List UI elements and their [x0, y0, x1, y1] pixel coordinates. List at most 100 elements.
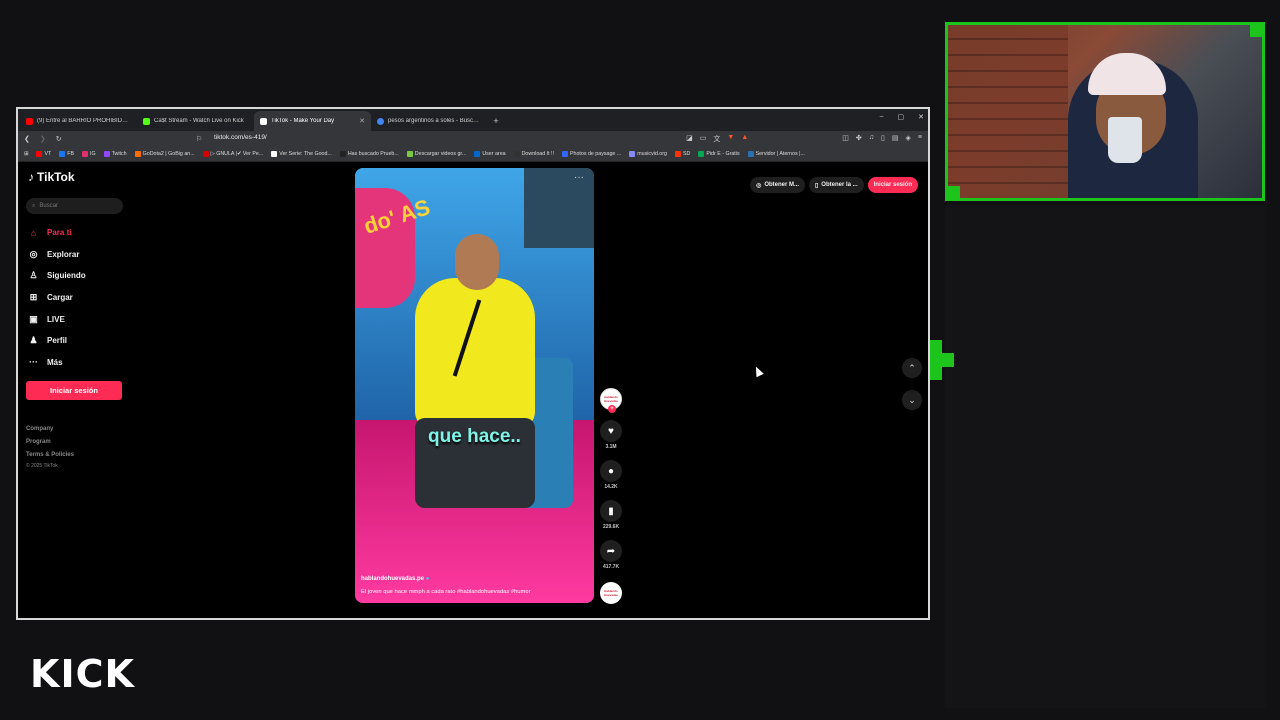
tab-kick[interactable]: Ca$t Stream - Watch Live on Kick — [137, 111, 254, 131]
footer-link-terms[interactable]: Terms & Policies — [26, 449, 74, 462]
comment-count: 14.2K — [604, 484, 618, 490]
more-icon: ··· — [29, 357, 38, 368]
get-app-button[interactable]: ▯ Obtener la ... — [808, 177, 864, 193]
sidebar-login-button[interactable]: Iniciar sesión — [26, 381, 122, 400]
like-count: 3.1M — [605, 444, 617, 450]
video-username[interactable]: hablandohuevadas.pe ● — [361, 576, 429, 582]
bookmark-item[interactable]: Download It !! — [513, 151, 554, 157]
bookmark-item[interactable]: GoDota2 | GoBig an... — [134, 151, 195, 157]
toolbar-extensions: ◪ ▭ 文 ▼ ▲ ◫ ✤ ♫ ▯ ▤ ◈ ≡ — [686, 134, 922, 144]
comment-action[interactable]: ● 14.2K — [600, 460, 622, 490]
bookmark-item[interactable]: Descargar videos gr... — [406, 151, 466, 157]
tab-tiktok[interactable]: TikTok - Make Your Day ✕ — [254, 111, 371, 131]
sidebar-item-mas[interactable]: ··· Más — [28, 352, 86, 374]
bookmark-item[interactable]: VT — [36, 151, 51, 157]
close-tab-icon[interactable]: ✕ — [359, 117, 365, 125]
sidebar-nav: ⌂ Para ti ◎ Explorar ♙ Siguiendo ⊞ Carga… — [28, 222, 86, 373]
tiktok-note-icon: ♪ — [28, 170, 34, 184]
sidebar-item-perfil[interactable]: ♟ Perfil — [28, 330, 86, 352]
like-action[interactable]: ♥ 3.1M — [600, 420, 622, 450]
extension-icon[interactable]: ▭ — [700, 134, 707, 144]
top-actions: ◎ Obtener M... ▯ Obtener la ... Iniciar … — [750, 177, 918, 193]
extension-icon[interactable]: ◪ — [686, 134, 693, 144]
previous-video-button[interactable]: ⌃ — [902, 358, 922, 378]
bookmark-item[interactable]: IG — [82, 151, 96, 157]
creator-avatar[interactable]: Hablando Huevadas + — [600, 388, 622, 413]
sound-avatar[interactable]: Hablando Huevadas — [600, 582, 622, 604]
kick-logo: KICK — [30, 652, 135, 696]
coin-icon: ◎ — [756, 182, 762, 189]
sidebar-footer: Company Program Terms & Policies © 2025 … — [26, 423, 74, 471]
video-caption-overlay: que hace.. — [428, 426, 521, 447]
bookmark-save-icon[interactable]: ▮ — [600, 500, 622, 522]
live-icon: ▣ — [29, 313, 38, 324]
forward-icon[interactable]: ❯ — [40, 135, 46, 143]
new-tab-button[interactable]: + — [488, 111, 504, 131]
extension-icon[interactable]: ◫ — [842, 134, 849, 144]
brave-shield-icon[interactable]: ▼ — [727, 134, 734, 144]
bookmark-item[interactable]: Ver Serie: The Good... — [271, 151, 332, 157]
sidebar-item-para-ti[interactable]: ⌂ Para ti — [28, 222, 86, 244]
mouse-cursor — [752, 364, 764, 378]
get-coins-button[interactable]: ◎ Obtener M... — [750, 177, 805, 193]
upload-icon: ⊞ — [29, 292, 38, 303]
bookmark-icon[interactable]: ⚐ — [196, 135, 202, 143]
save-action[interactable]: ▮ 229.6K — [600, 500, 622, 530]
translate-icon[interactable]: 文 — [713, 134, 720, 144]
sidebar-item-live[interactable]: ▣ LIVE — [28, 308, 86, 330]
menu-icon[interactable]: ≡ — [918, 134, 922, 144]
music-icon[interactable]: ♫ — [869, 134, 874, 144]
bookmark-item[interactable]: musicvid.org — [629, 151, 667, 157]
share-count: 417.7K — [602, 564, 620, 570]
reload-icon[interactable]: ↻ — [56, 135, 62, 143]
bookmark-item[interactable]: ▷ GNULA |✔ Ver Pe... — [202, 151, 263, 157]
footer-link-program[interactable]: Program — [26, 436, 74, 449]
sidebar-item-explorar[interactable]: ◎ Explorar — [28, 244, 86, 266]
apps-grid-icon[interactable]: ⊞ — [24, 151, 28, 157]
tab-youtube[interactable]: (9) Entré al BARRIO PROHIBIDO de P — [20, 111, 137, 131]
wallet-icon[interactable]: ▤ — [892, 134, 899, 144]
green-plus-decoration — [930, 340, 954, 380]
next-video-button[interactable]: ⌄ — [902, 390, 922, 410]
heart-icon[interactable]: ♥ — [600, 420, 622, 442]
sidebar-item-siguiendo[interactable]: ♙ Siguiendo — [28, 265, 85, 287]
sidebar-icon[interactable]: ▯ — [881, 134, 885, 144]
header-login-button[interactable]: Iniciar sesión — [867, 177, 918, 193]
profile-icon: ♟ — [29, 335, 38, 346]
stream-side-panel — [945, 205, 1267, 708]
tab-google-search[interactable]: pesos argentinos a soles - Buscar con — [371, 111, 488, 131]
search-input[interactable]: ⌕ Buscar — [26, 198, 123, 214]
back-icon[interactable]: ❮ — [24, 135, 30, 143]
maximize-button[interactable]: ▢ — [898, 113, 905, 121]
comment-icon[interactable]: ● — [600, 460, 622, 482]
follow-plus-icon[interactable]: + — [608, 405, 616, 413]
bookmark-item[interactable]: Servidor | Aternos |... — [747, 151, 805, 157]
bookmarks-bar: ⊞ VT FB IG Twitch GoDota2 | GoBig an... … — [18, 147, 928, 162]
window-controls: – ▢ ✕ — [880, 113, 924, 121]
bookmark-item[interactable]: Photos de paysage ... — [561, 151, 621, 157]
copyright-text: © 2025 TikTok — [26, 463, 58, 469]
video-player[interactable]: do' AS ··· que hace.. hablandohuevadas.p… — [355, 168, 594, 603]
bookmark-item[interactable]: Twitch — [103, 151, 127, 157]
rewards-icon[interactable]: ▲ — [741, 134, 748, 144]
bookmark-item[interactable]: Has buscado Prueb... — [339, 151, 399, 157]
sidebar-item-cargar[interactable]: ⊞ Cargar — [28, 287, 86, 309]
home-icon: ⌂ — [30, 227, 37, 238]
bookmark-item[interactable]: SD — [674, 151, 690, 157]
minimize-button[interactable]: – — [880, 113, 884, 121]
browser-window: (9) Entré al BARRIO PROHIBIDO de P Ca$t … — [16, 107, 930, 620]
close-window-button[interactable]: ✕ — [918, 113, 924, 121]
more-options-icon[interactable]: ··· — [574, 172, 584, 183]
vpn-icon[interactable]: ◈ — [906, 134, 911, 144]
share-icon[interactable]: ➦ — [600, 540, 622, 562]
address-bar[interactable]: tiktok.com/es-419/ — [214, 134, 267, 141]
tiktok-logo[interactable]: ♪ TikTok — [28, 170, 75, 184]
puzzle-icon[interactable]: ✤ — [856, 134, 862, 144]
webcam-feed — [945, 22, 1265, 201]
bookmark-item[interactable]: User area — [474, 151, 506, 157]
chevron-down-icon: ⌄ — [908, 394, 916, 405]
bookmark-item[interactable]: FB — [59, 151, 74, 157]
share-action[interactable]: ➦ 417.7K — [600, 540, 622, 570]
footer-link-company[interactable]: Company — [26, 423, 74, 436]
bookmark-item[interactable]: Pidr E - Gratis — [698, 151, 740, 157]
